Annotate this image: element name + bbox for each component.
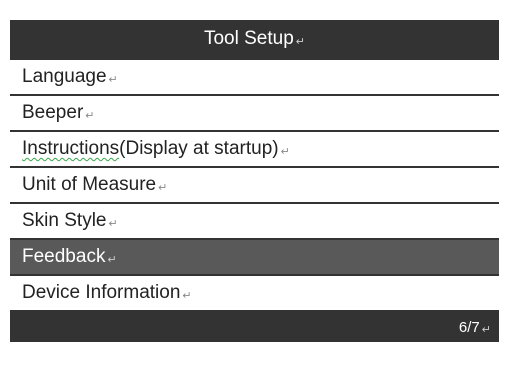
menu-item-label: Skin Style: [22, 210, 107, 231]
status-bar: 6/7 ↵: [10, 312, 499, 342]
menu-item-language[interactable]: Language ↵: [10, 58, 499, 94]
menu-item-label: Beeper: [22, 102, 84, 123]
return-mark-icon: ↵: [280, 145, 290, 158]
page-title: Tool Setup: [203, 28, 294, 49]
menu-item-label-underlined: Instructions: [22, 138, 120, 159]
tool-setup-screen: Tool Setup ↵ Language ↵ Beeper ↵ Instructio…: [10, 20, 499, 362]
return-mark-icon: ↵: [85, 109, 95, 122]
return-mark-icon: ↵: [182, 289, 192, 302]
menu-item-label: Feedback: [22, 246, 106, 267]
menu-item-label: Language: [22, 66, 107, 87]
return-mark-icon: ↵: [108, 73, 118, 86]
return-mark-icon: ↵: [481, 323, 491, 336]
return-mark-icon: ↵: [158, 181, 168, 194]
title-bar: Tool Setup ↵: [10, 20, 499, 58]
return-mark-icon: ↵: [108, 217, 118, 230]
page-indicator: 6/7: [458, 318, 480, 336]
menu-item-beeper[interactable]: Beeper ↵: [10, 94, 499, 130]
menu-item-label-rest: (Display at startup): [119, 138, 279, 159]
menu-item-instructions[interactable]: Instructions (Display at startup) ↵: [10, 130, 499, 166]
return-mark-icon: ↵: [107, 253, 117, 266]
menu-item-unit-of-measure[interactable]: Unit of Measure ↵: [10, 166, 499, 202]
menu-item-feedback[interactable]: Feedback ↵: [10, 238, 499, 274]
menu-item-label: Unit of Measure: [22, 174, 157, 195]
menu-item-device-information[interactable]: Device Information ↵: [10, 274, 499, 312]
return-mark-icon: ↵: [295, 35, 305, 48]
menu-item-skin-style[interactable]: Skin Style ↵: [10, 202, 499, 238]
menu-item-label: Device Information: [22, 282, 181, 303]
